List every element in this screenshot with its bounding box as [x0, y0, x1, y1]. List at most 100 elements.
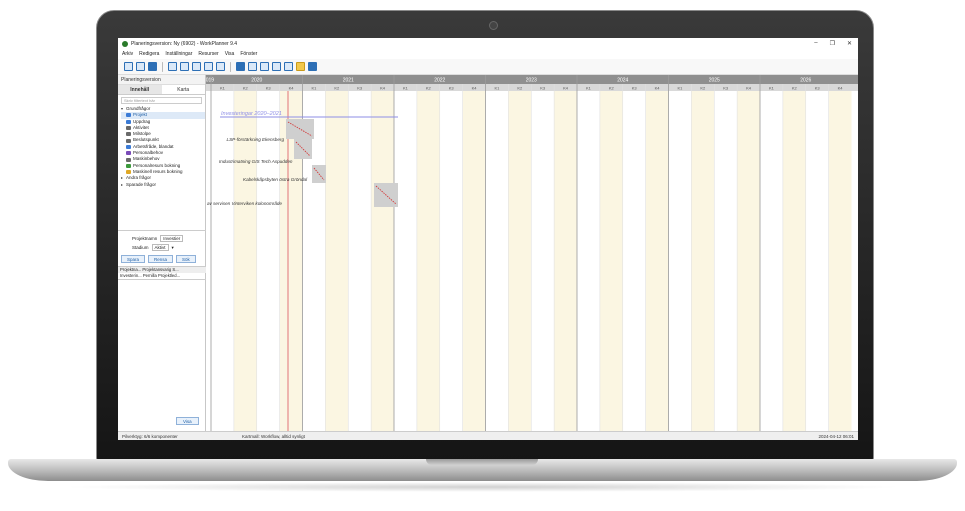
task-label: Kabelskåpsbyten östra Gröndal [243, 176, 308, 182]
gantt-canvas[interactable]: 2019 2020 K1 K2 K3 K4 2021 K1 K2 K3 K4 2022 K1 K2 K3 K4… [206, 75, 858, 431]
gantt-chart[interactable]: 2019 2020 K1 K2 K3 K4 2021 K1 K2 K3 K4 2022 K1 K2 K3 K4… [206, 75, 858, 431]
task-label: Industrimatning GIS Tech Aspudden [219, 159, 293, 164]
quarter-column [599, 91, 623, 431]
quarter-label: K1 [220, 85, 226, 90]
quarter-column [485, 91, 509, 431]
quarter-label: K1 [769, 85, 775, 90]
quarter-label: K4 [746, 85, 752, 90]
projektnamn-input[interactable]: Investier [160, 235, 184, 242]
quarter-label: K2 [426, 85, 432, 90]
columns-icon[interactable] [216, 62, 225, 71]
rensa-button[interactable]: Rensa [148, 255, 174, 263]
quarter-label: K3 [266, 85, 272, 90]
quarter-label: K2 [517, 85, 523, 90]
column-header[interactable]: Projektansvarig [142, 267, 171, 272]
column-header[interactable]: Projektna... [120, 267, 141, 272]
left-panel: Planeringsversion Innehåll Karta Skriv f… [118, 75, 206, 431]
quarter-label: K3 [540, 85, 546, 90]
layout-icon[interactable] [136, 62, 145, 71]
column-header[interactable]: S... [172, 267, 178, 272]
tab-innehall[interactable]: Innehåll [118, 85, 162, 94]
stadium-select[interactable]: Aktivt [151, 244, 169, 251]
laptop-screen: Planeringsversion: Ny (6902) - WorkPlann… [118, 38, 858, 440]
query-tree: ▾ Grundfrågor Projekt Uppdrag Aktivitet Milst… [118, 106, 205, 188]
panel-toggle-icon[interactable] [124, 62, 133, 71]
spara-button[interactable]: Spara [121, 255, 146, 263]
quarter-column [828, 91, 852, 431]
filter-row: Stadium Aktivt ▾ [118, 243, 206, 252]
menu-arkiv[interactable]: Arkiv [122, 51, 133, 57]
quarter-column [394, 91, 417, 431]
export-icon[interactable] [308, 62, 317, 71]
menu-visa[interactable]: Visa [225, 51, 235, 57]
quarter-label: K4 [838, 85, 844, 90]
pointer-tool-icon[interactable] [148, 62, 157, 71]
tab-karta[interactable]: Karta [162, 85, 206, 94]
filter-section: Projektnamn Investier Stadium Aktivt ▾ S… [118, 230, 206, 280]
maximize-button[interactable]: ❐ [830, 40, 835, 47]
tree-item-label: Sparade frågor [126, 181, 157, 187]
year-label: 2026 [800, 78, 811, 84]
task-label: LSP-förstärkning Ekensberg [227, 137, 285, 142]
menu-fonster[interactable]: Fönster [240, 51, 257, 57]
window-titlebar: Planeringsversion: Ny (6902) - WorkPlann… [118, 38, 858, 49]
panel-tabs: Innehåll Karta [118, 85, 205, 95]
quarter-column [805, 91, 829, 431]
table-row[interactable]: Investerin... Pernilla Projektled... [118, 273, 206, 279]
quarter-column [439, 91, 463, 431]
table-cell: Investerin... [120, 273, 142, 278]
tree-item[interactable]: ▸ Sparade frågor [121, 182, 205, 188]
menu-resurser[interactable]: Resurser [198, 51, 218, 57]
table-icon[interactable] [192, 62, 201, 71]
close-button[interactable]: ✕ [847, 40, 852, 47]
quarter-label: K2 [700, 85, 706, 90]
staff-need-icon [126, 151, 131, 156]
quarter-label: K1 [494, 85, 500, 90]
quarter-column [691, 91, 715, 431]
year-label: 2025 [709, 78, 720, 84]
quarter-column [508, 91, 532, 431]
window-title: Planeringsversion: Ny (6902) - WorkPlann… [131, 40, 238, 47]
network-icon[interactable] [260, 62, 269, 71]
gantt-icon[interactable] [236, 62, 245, 71]
sok-button[interactable]: Sök [176, 255, 196, 263]
globe-icon[interactable] [248, 62, 257, 71]
menu-installningar[interactable]: Inställningar [165, 51, 192, 57]
chevron-down-icon[interactable]: ▾ [172, 245, 174, 251]
quarter-column [577, 91, 600, 431]
quarter-column [645, 91, 669, 431]
quarter-label: K4 [563, 85, 569, 90]
quarter-column [714, 91, 738, 431]
filter-row: Projektnamn Investier [118, 234, 206, 243]
quarter-column [233, 91, 257, 431]
toolbar-divider [162, 61, 163, 72]
minimize-button[interactable]: – [814, 40, 817, 47]
quarter-column [668, 91, 692, 431]
quarter-column [531, 91, 555, 431]
laptop-notch [426, 459, 538, 465]
year-label: 2022 [434, 78, 445, 84]
table-cell: Pernilla Projektled... [142, 273, 181, 278]
milestone-icon [126, 132, 131, 137]
chart-icon[interactable] [272, 62, 281, 71]
quarter-label: K2 [243, 85, 249, 90]
calendar-icon[interactable] [284, 62, 293, 71]
visa-button[interactable]: Visa [176, 417, 199, 425]
quarter-label: K3 [723, 85, 729, 90]
quarter-column [325, 91, 349, 431]
summary-label: Investeringar 2020–2021 [221, 111, 282, 117]
mixed-icon [126, 144, 131, 149]
webcam-icon [489, 21, 498, 30]
menu-redigera[interactable]: Redigera [139, 51, 159, 57]
search-icon[interactable] [168, 62, 177, 71]
grid-icon[interactable] [180, 62, 189, 71]
activity-icon [126, 126, 131, 131]
panel-header: Planeringsversion [118, 75, 205, 85]
filter-search-input[interactable]: Skriv filtertext här [121, 97, 202, 104]
list-icon[interactable] [204, 62, 213, 71]
bell-icon[interactable] [296, 62, 305, 71]
toolbar-divider [230, 61, 231, 72]
menu-bar: Arkiv Redigera Inställningar Resurser Vi… [118, 49, 858, 59]
quarter-column [371, 91, 394, 431]
year-label: 2023 [526, 78, 537, 84]
